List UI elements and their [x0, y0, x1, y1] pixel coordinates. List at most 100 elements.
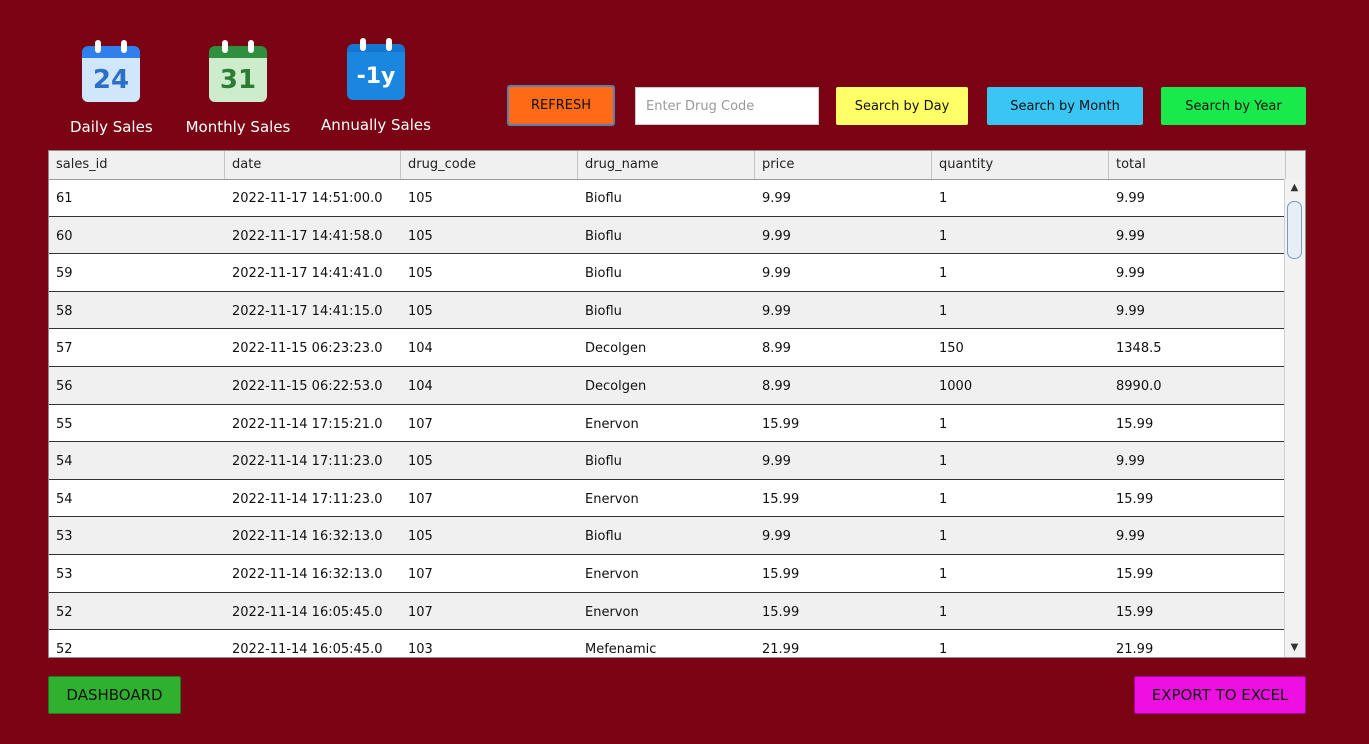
cell-date[interactable]: 2022-11-14 17:11:23.0	[225, 480, 401, 517]
table-row[interactable]: 55 2022-11-14 17:15:21.0 107 Enervon 15.99 1 1…	[49, 405, 1286, 443]
cell-drug-name[interactable]: Mefenamic	[578, 630, 755, 657]
cell-date[interactable]: 2022-11-14 17:11:23.0	[225, 442, 401, 479]
column-header-total[interactable]: total	[1109, 151, 1286, 179]
cell-drug-code[interactable]: 105	[401, 292, 578, 329]
cell-drug-name[interactable]: Bioflu	[578, 217, 755, 254]
cell-quantity[interactable]: 1	[932, 179, 1109, 216]
cell-date[interactable]: 2022-11-14 16:32:13.0	[225, 555, 401, 592]
cell-date[interactable]: 2022-11-14 16:32:13.0	[225, 517, 401, 554]
cell-sales-id[interactable]: 59	[49, 254, 225, 291]
cell-price[interactable]: 9.99	[755, 517, 932, 554]
cell-price[interactable]: 9.99	[755, 254, 932, 291]
cell-drug-code[interactable]: 105	[401, 517, 578, 554]
column-header-sales-id[interactable]: sales_id	[49, 151, 225, 179]
cell-sales-id[interactable]: 54	[49, 480, 225, 517]
cell-quantity[interactable]: 1	[932, 442, 1109, 479]
cell-quantity[interactable]: 1	[932, 254, 1109, 291]
cell-drug-name[interactable]: Bioflu	[578, 179, 755, 216]
cell-total[interactable]: 21.99	[1109, 630, 1286, 657]
cell-drug-code[interactable]: 105	[401, 442, 578, 479]
cell-drug-code[interactable]: 105	[401, 217, 578, 254]
cell-drug-name[interactable]: Enervon	[578, 405, 755, 442]
cell-price[interactable]: 15.99	[755, 405, 932, 442]
cell-price[interactable]: 9.99	[755, 179, 932, 216]
cell-drug-code[interactable]: 103	[401, 630, 578, 657]
cell-drug-code[interactable]: 104	[401, 367, 578, 404]
search-by-day-button[interactable]: Search by Day	[836, 87, 968, 125]
scroll-down-icon[interactable]: ▼	[1285, 639, 1304, 657]
cell-drug-code[interactable]: 107	[401, 405, 578, 442]
cell-date[interactable]: 2022-11-17 14:41:15.0	[225, 292, 401, 329]
cell-sales-id[interactable]: 52	[49, 593, 225, 630]
cell-quantity[interactable]: 1	[932, 517, 1109, 554]
daily-sales-shortcut[interactable]: 24 Daily Sales	[70, 40, 153, 136]
cell-total[interactable]: 9.99	[1109, 179, 1286, 216]
cell-drug-code[interactable]: 104	[401, 329, 578, 366]
cell-total[interactable]: 15.99	[1109, 405, 1286, 442]
cell-quantity[interactable]: 1	[932, 630, 1109, 657]
cell-sales-id[interactable]: 60	[49, 217, 225, 254]
column-header-date[interactable]: date	[225, 151, 401, 179]
cell-total[interactable]: 15.99	[1109, 480, 1286, 517]
cell-quantity[interactable]: 1000	[932, 367, 1109, 404]
cell-sales-id[interactable]: 54	[49, 442, 225, 479]
table-row[interactable]: 60 2022-11-17 14:41:58.0 105 Bioflu 9.99 1 9.9…	[49, 216, 1286, 255]
cell-price[interactable]: 15.99	[755, 593, 932, 630]
cell-quantity[interactable]: 1	[932, 555, 1109, 592]
cell-drug-code[interactable]: 107	[401, 555, 578, 592]
cell-drug-code[interactable]: 105	[401, 254, 578, 291]
cell-quantity[interactable]: 1	[932, 292, 1109, 329]
cell-date[interactable]: 2022-11-17 14:51:00.0	[225, 179, 401, 216]
cell-drug-name[interactable]: Decolgen	[578, 329, 755, 366]
cell-date[interactable]: 2022-11-14 17:15:21.0	[225, 405, 401, 442]
cell-price[interactable]: 8.99	[755, 367, 932, 404]
cell-total[interactable]: 1348.5	[1109, 329, 1286, 366]
cell-price[interactable]: 21.99	[755, 630, 932, 657]
cell-sales-id[interactable]: 58	[49, 292, 225, 329]
cell-total[interactable]: 9.99	[1109, 254, 1286, 291]
refresh-button[interactable]: REFRESH	[507, 85, 615, 126]
cell-drug-code[interactable]: 105	[401, 179, 578, 216]
cell-price[interactable]: 15.99	[755, 480, 932, 517]
cell-quantity[interactable]: 1	[932, 593, 1109, 630]
cell-sales-id[interactable]: 56	[49, 367, 225, 404]
column-header-price[interactable]: price	[755, 151, 932, 179]
cell-price[interactable]: 8.99	[755, 329, 932, 366]
cell-price[interactable]: 15.99	[755, 555, 932, 592]
cell-sales-id[interactable]: 55	[49, 405, 225, 442]
cell-sales-id[interactable]: 57	[49, 329, 225, 366]
cell-sales-id[interactable]: 61	[49, 179, 225, 216]
cell-drug-name[interactable]: Decolgen	[578, 367, 755, 404]
cell-quantity[interactable]: 1	[932, 217, 1109, 254]
cell-sales-id[interactable]: 53	[49, 555, 225, 592]
cell-price[interactable]: 9.99	[755, 442, 932, 479]
table-row[interactable]: 56 2022-11-15 06:22:53.0 104 Decolgen 8.99 10…	[49, 366, 1286, 405]
table-row[interactable]: 59 2022-11-17 14:41:41.0 105 Bioflu 9.99 1 9.9…	[49, 254, 1286, 292]
dashboard-button[interactable]: DASHBOARD	[48, 676, 181, 714]
cell-price[interactable]: 9.99	[755, 292, 932, 329]
table-row[interactable]: 54 2022-11-14 17:11:23.0 105 Bioflu 9.99 1 9.9…	[49, 442, 1286, 480]
cell-total[interactable]: 9.99	[1109, 517, 1286, 554]
cell-total[interactable]: 9.99	[1109, 217, 1286, 254]
table-row[interactable]: 53 2022-11-14 16:32:13.0 105 Bioflu 9.99 1 9.9…	[49, 517, 1286, 555]
cell-sales-id[interactable]: 53	[49, 517, 225, 554]
drug-code-input[interactable]: Enter Drug Code	[635, 87, 819, 125]
vertical-scrollbar[interactable]: ▲ ▼	[1284, 179, 1305, 657]
annually-sales-shortcut[interactable]: -1y Annually Sales	[320, 38, 432, 134]
cell-drug-code[interactable]: 107	[401, 593, 578, 630]
cell-drug-name[interactable]: Bioflu	[578, 254, 755, 291]
cell-date[interactable]: 2022-11-15 06:22:53.0	[225, 367, 401, 404]
cell-drug-code[interactable]: 107	[401, 480, 578, 517]
scroll-up-icon[interactable]: ▲	[1285, 179, 1304, 197]
table-row[interactable]: 52 2022-11-14 16:05:45.0 107 Enervon 15.99 1 1…	[49, 592, 1286, 631]
cell-date[interactable]: 2022-11-15 06:23:23.0	[225, 329, 401, 366]
cell-quantity[interactable]: 150	[932, 329, 1109, 366]
cell-drug-name[interactable]: Enervon	[578, 593, 755, 630]
cell-total[interactable]: 8990.0	[1109, 367, 1286, 404]
sales-table[interactable]: sales_id date drug_code drug_name price …	[48, 150, 1306, 658]
table-row[interactable]: 57 2022-11-15 06:23:23.0 104 Decolgen 8.99 15…	[49, 329, 1286, 367]
cell-price[interactable]: 9.99	[755, 217, 932, 254]
cell-drug-name[interactable]: Bioflu	[578, 517, 755, 554]
export-to-excel-button[interactable]: EXPORT TO EXCEL	[1134, 676, 1306, 714]
table-row[interactable]: 52 2022-11-14 16:05:45.0 103 Mefenamic 21.99…	[49, 630, 1286, 657]
